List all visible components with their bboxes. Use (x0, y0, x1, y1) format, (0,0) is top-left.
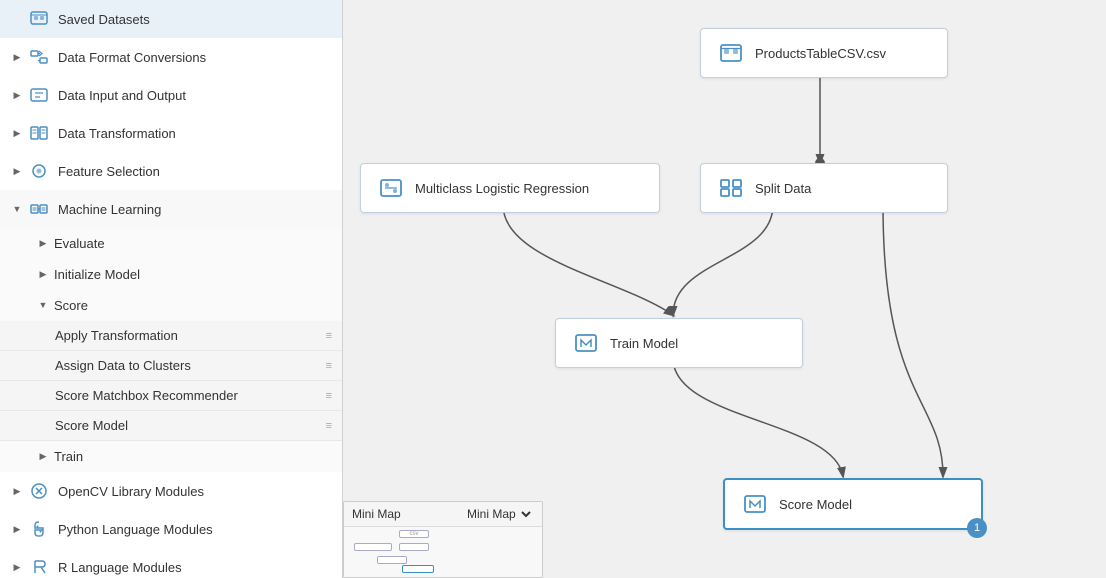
sidebar-label-evaluate: Evaluate (54, 236, 105, 251)
data-format-icon (28, 46, 50, 68)
sidebar-label-saved-datasets: Saved Datasets (58, 12, 150, 27)
sidebar-label-train: Train (54, 449, 83, 464)
minimap-node-train (377, 556, 407, 564)
sidebar-label-assign-data-to-clusters: Assign Data to Clusters (55, 358, 191, 373)
sidebar-label-initialize-model: Initialize Model (54, 267, 140, 282)
sidebar-item-apply-transformation[interactable]: Apply Transformation ≡ (0, 321, 342, 351)
data-transformation-icon (28, 122, 50, 144)
node-split-data-label: Split Data (755, 181, 811, 196)
drag-handle-score-model: ≡ (326, 420, 332, 432)
minimap: Mini Map Mini Map Overview csv (343, 501, 543, 578)
canvas: ProductsTableCSV.csv Split Data Multicla… (343, 0, 1106, 578)
sidebar-item-rlang[interactable]: R Language Modules (0, 548, 342, 578)
minimap-node-score (402, 565, 434, 573)
node-train-model-icon (572, 329, 600, 357)
sidebar-label-rlang: R Language Modules (58, 560, 182, 575)
sidebar-item-python[interactable]: Python Language Modules (0, 510, 342, 548)
arrow-data-transformation (10, 128, 24, 139)
drag-handle-score-matchbox-recommender: ≡ (326, 390, 332, 402)
node-products-csv-label: ProductsTableCSV.csv (755, 46, 886, 61)
drag-handle-apply-transformation: ≡ (326, 330, 332, 342)
sidebar-label-opencv: OpenCV Library Modules (58, 484, 204, 499)
arrow-data-format (10, 52, 24, 63)
arrow-rlang (10, 562, 24, 573)
sidebar-subitem-score-model[interactable]: Score Model ≡ (0, 411, 342, 441)
node-products-csv-icon (717, 39, 745, 67)
sidebar-label-machine-learning: Machine Learning (58, 202, 161, 217)
minimap-content: csv (344, 527, 542, 577)
sidebar-label-score-model-sub: Score Model (55, 418, 128, 433)
node-score-model-icon (741, 490, 769, 518)
sidebar-item-evaluate[interactable]: Evaluate (0, 228, 342, 259)
arrow-data-input (10, 90, 24, 101)
node-split-data[interactable]: Split Data (700, 163, 948, 213)
sidebar-label-score-matchbox-recommender: Score Matchbox Recommender (55, 388, 238, 403)
feature-selection-icon (28, 160, 50, 182)
arrow-python (10, 524, 24, 535)
sidebar-item-saved-datasets[interactable]: Saved Datasets (0, 0, 342, 38)
sidebar-item-data-transformation[interactable]: Data Transformation (0, 114, 342, 152)
node-score-model[interactable]: Score Model 1 (723, 478, 983, 530)
machine-learning-icon (28, 198, 50, 220)
sidebar-label-score: Score (54, 298, 88, 313)
sidebar-label-data-transformation: Data Transformation (58, 126, 176, 141)
sidebar-label-apply-transformation: Apply Transformation (55, 328, 178, 343)
sidebar-item-machine-learning[interactable]: Machine Learning (0, 190, 342, 228)
node-multiclass-label: Multiclass Logistic Regression (415, 181, 589, 196)
sidebar-item-opencv[interactable]: OpenCV Library Modules (0, 472, 342, 510)
opencv-icon (28, 480, 50, 502)
node-score-model-label: Score Model (779, 497, 852, 512)
arrow-feature-selection (10, 166, 24, 177)
minimap-dropdown[interactable]: Mini Map Overview (463, 506, 534, 522)
sidebar: Saved Datasets Data Format Conversions D… (0, 0, 343, 578)
minimap-header: Mini Map Mini Map Overview (344, 502, 542, 527)
sidebar-item-data-input-output[interactable]: Data Input and Output (0, 76, 342, 114)
sidebar-label-data-format-conversions: Data Format Conversions (58, 50, 206, 65)
node-split-data-icon (717, 174, 745, 202)
node-train-model[interactable]: Train Model (555, 318, 803, 368)
sidebar-item-score-matchbox-recommender[interactable]: Score Matchbox Recommender ≡ (0, 381, 342, 411)
drag-handle-assign-data-to-clusters: ≡ (326, 360, 332, 372)
data-input-icon (28, 84, 50, 106)
sidebar-label-feature-selection: Feature Selection (58, 164, 160, 179)
minimap-node-split (399, 543, 429, 551)
python-icon (28, 518, 50, 540)
sidebar-label-data-input-output: Data Input and Output (58, 88, 186, 103)
node-multiclass-logistic[interactable]: Multiclass Logistic Regression (360, 163, 660, 213)
arrow-score (36, 300, 50, 311)
minimap-label: Mini Map (352, 507, 401, 521)
node-score-model-badge: 1 (967, 518, 987, 538)
arrow-evaluate (36, 238, 50, 249)
rlang-icon (28, 556, 50, 578)
arrow-train (36, 451, 50, 462)
saved-datasets-icon (28, 8, 50, 30)
minimap-node-logistic (354, 543, 392, 551)
node-products-csv[interactable]: ProductsTableCSV.csv (700, 28, 948, 78)
arrow-initialize-model (36, 269, 50, 280)
sidebar-item-score[interactable]: Score (0, 290, 342, 321)
sidebar-item-initialize-model[interactable]: Initialize Model (0, 259, 342, 290)
node-train-model-label: Train Model (610, 336, 678, 351)
sidebar-item-train[interactable]: Train (0, 441, 342, 472)
sidebar-item-feature-selection[interactable]: Feature Selection (0, 152, 342, 190)
arrow-opencv (10, 486, 24, 497)
node-multiclass-icon (377, 174, 405, 202)
arrow-machine-learning (10, 204, 24, 215)
sidebar-item-data-format-conversions[interactable]: Data Format Conversions (0, 38, 342, 76)
minimap-node-csv: csv (399, 530, 429, 538)
sidebar-item-assign-data-to-clusters[interactable]: Assign Data to Clusters ≡ (0, 351, 342, 381)
sidebar-label-python: Python Language Modules (58, 522, 213, 537)
